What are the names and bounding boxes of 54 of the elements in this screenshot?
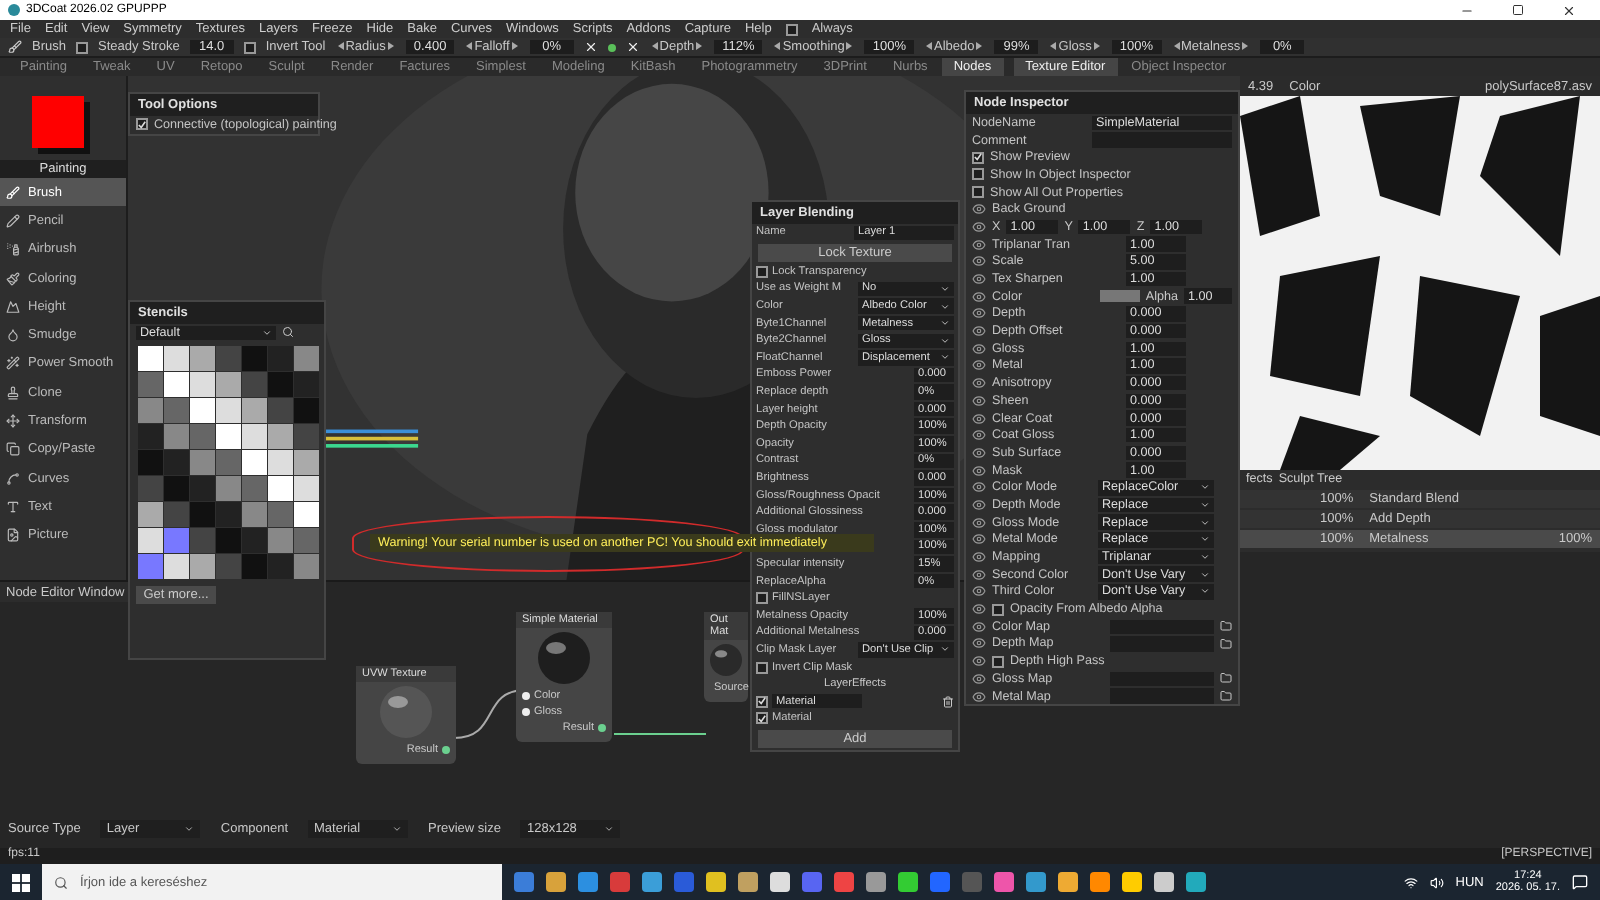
- checkbox[interactable]: [756, 695, 768, 708]
- sphere-icon: [380, 686, 432, 738]
- caret-icon: [604, 824, 615, 834]
- sphere-icon: [538, 632, 590, 684]
- checkbox[interactable]: [243, 41, 256, 53]
- paintbrush-icon: [6, 271, 20, 286]
- curve-icon: [6, 471, 20, 486]
- eye-icon[interactable]: [972, 636, 986, 651]
- sphere-icon: [710, 644, 742, 676]
- text-icon: [6, 499, 20, 514]
- pencil-icon: [6, 213, 20, 228]
- checkbox[interactable]: [756, 712, 768, 725]
- caret-icon: [392, 824, 402, 834]
- eye-icon[interactable]: [972, 654, 986, 669]
- folder-icon[interactable]: [1220, 672, 1232, 685]
- color-swatch[interactable]: [32, 96, 84, 148]
- checkbox[interactable]: [785, 23, 798, 35]
- eye-icon[interactable]: [972, 689, 986, 704]
- search-icon: [54, 875, 68, 889]
- folder-icon[interactable]: [1220, 620, 1232, 633]
- maximize-icon[interactable]: [1512, 4, 1524, 16]
- brush-icon: [8, 40, 22, 54]
- checkbox[interactable]: [756, 592, 768, 605]
- wand-icon: [6, 356, 20, 371]
- trash-icon[interactable]: [942, 695, 954, 708]
- checkbox[interactable]: [75, 41, 88, 53]
- move-icon: [6, 414, 20, 429]
- cross-icon[interactable]: [583, 40, 598, 54]
- close-icon[interactable]: [1562, 3, 1576, 17]
- image-icon: [6, 528, 20, 543]
- folder-icon[interactable]: [1220, 637, 1232, 650]
- app-logo-icon: [8, 4, 20, 16]
- copy-icon: [6, 442, 20, 457]
- eye-icon[interactable]: [972, 584, 986, 599]
- windows-logo-icon[interactable]: [12, 873, 30, 891]
- notification-icon[interactable]: [1572, 874, 1588, 890]
- checkbox[interactable]: [992, 655, 1004, 668]
- eye-icon[interactable]: [972, 671, 986, 686]
- stamp-icon: [6, 385, 20, 400]
- checkbox[interactable]: [756, 661, 768, 674]
- eye-icon[interactable]: [972, 619, 986, 634]
- mountain-icon: [6, 299, 20, 314]
- brush-icon: [6, 185, 20, 200]
- droplet-icon: [6, 328, 20, 343]
- caret-icon: [184, 824, 195, 834]
- cross-icon[interactable]: [625, 40, 640, 54]
- folder-icon[interactable]: [1220, 690, 1232, 703]
- dot-icon[interactable]: [607, 43, 616, 51]
- map-field[interactable]: [1110, 688, 1214, 704]
- caret-icon: [940, 644, 950, 655]
- eye-icon[interactable]: [972, 602, 986, 617]
- checkbox[interactable]: [992, 603, 1004, 616]
- speaker-icon[interactable]: [1429, 875, 1444, 889]
- network-icon[interactable]: [1403, 875, 1418, 889]
